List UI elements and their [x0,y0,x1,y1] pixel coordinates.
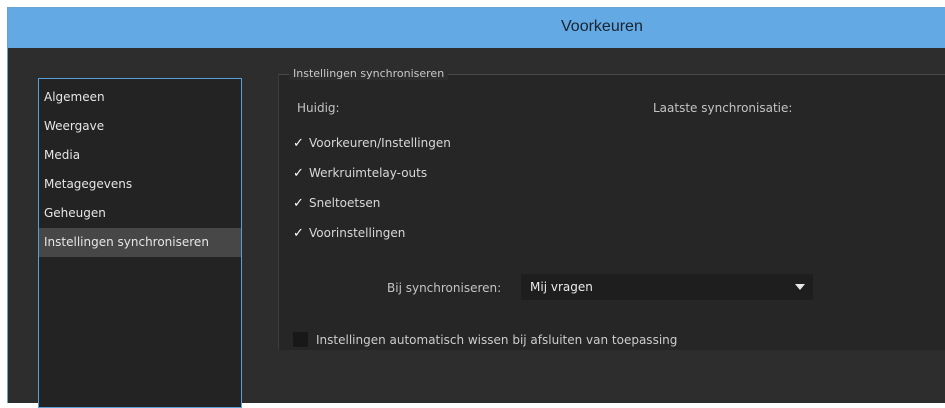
current-label: Huidig: [297,101,340,115]
auto-clear-checkbox[interactable]: Instellingen automatisch wissen bij afsl… [293,331,677,349]
sidebar-item-weergave[interactable]: Weergave [39,112,241,141]
window-title: Voorkeuren [561,18,643,35]
dialog-body: Algemeen Weergave Media Metagegevens Geh… [8,48,945,408]
check-icon: ✓ [293,166,304,181]
checkbox-voorinstellingen[interactable]: ✓ Voorinstellingen [293,223,405,243]
last-sync-label: Laatste synchronisatie: [653,101,793,115]
title-bar[interactable]: Voorkeuren [8,8,945,48]
sidebar-item-instellingen-synchroniseren[interactable]: Instellingen synchroniseren [39,228,241,257]
on-sync-label: Bij synchroniseren: [387,281,502,295]
sync-settings-group: Instellingen synchroniseren Huidig: Laat… [278,67,945,350]
checkbox-box[interactable] [293,332,308,347]
check-icon: ✓ [293,196,304,211]
checkbox-label: Voorinstellingen [309,226,406,240]
checkbox-sneltoetsen[interactable]: ✓ Sneltoetsen [293,193,380,213]
sidebar-item-metagegevens[interactable]: Metagegevens [39,170,241,199]
chevron-down-icon [795,284,805,290]
checkbox-voorkeuren-instellingen[interactable]: ✓ Voorkeuren/Instellingen [293,133,451,153]
sidebar-item-algemeen[interactable]: Algemeen [39,83,241,112]
checkbox-label: Sneltoetsen [309,196,381,210]
check-icon: ✓ [293,226,304,241]
checkbox-label: Werkruimtelay-outs [309,166,428,180]
group-title: Instellingen synchroniseren [289,67,449,80]
checkbox-label: Voorkeuren/Instellingen [309,136,451,150]
category-list: Algemeen Weergave Media Metagegevens Geh… [38,78,242,408]
checkbox-werkruimtelay-outs[interactable]: ✓ Werkruimtelay-outs [293,163,427,183]
sidebar-item-geheugen[interactable]: Geheugen [39,199,241,228]
auto-clear-label: Instellingen automatisch wissen bij afsl… [316,333,678,347]
preferences-window: Voorkeuren Algemeen Weergave Media Metag… [7,7,945,408]
check-icon: ✓ [293,136,304,151]
on-sync-dropdown[interactable]: Mij vragen [521,274,813,300]
sidebar-item-media[interactable]: Media [39,141,241,170]
on-sync-value: Mij vragen [530,280,593,294]
